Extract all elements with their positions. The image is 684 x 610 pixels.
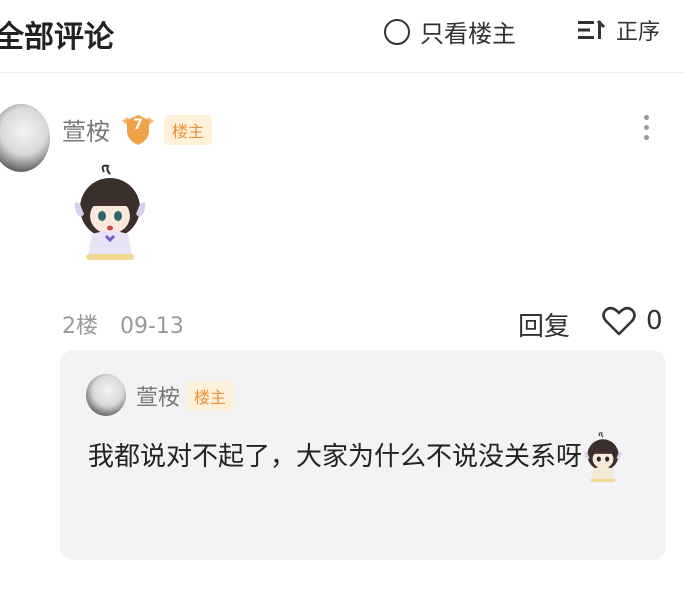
- only-op-toggle[interactable]: 只看楼主: [384, 14, 516, 49]
- only-op-label: 只看楼主: [420, 20, 516, 48]
- reply-op-tag: 楼主: [186, 381, 235, 411]
- reply-box[interactable]: 萱桉 楼主 我都说对不起了，大家为什么不说没关系呀: [60, 350, 666, 560]
- heart-icon[interactable]: [602, 306, 636, 336]
- reply-text-block: 我都说对不起了，大家为什么不说没关系呀: [88, 430, 648, 484]
- more-options-icon[interactable]: [636, 112, 656, 146]
- op-tag: 楼主: [164, 114, 213, 145]
- comment-author-row: 萱桉 7 楼主: [62, 112, 213, 147]
- comment-date: 09-13: [120, 314, 184, 339]
- reply-author-row: 萱桉 楼主: [136, 380, 235, 412]
- comment-meta: 2楼 09-13: [62, 308, 184, 340]
- author-name[interactable]: 萱桉: [62, 112, 110, 147]
- sort-icon: [576, 17, 606, 43]
- avatar[interactable]: [0, 104, 50, 172]
- comments-header: 全部评论 只看楼主 正序: [0, 0, 684, 73]
- level-number: 7: [133, 116, 143, 133]
- radio-circle-icon[interactable]: [384, 18, 410, 45]
- page-title: 全部评论: [0, 20, 114, 55]
- level-badge: 7: [118, 113, 158, 147]
- reply-button[interactable]: 回复: [518, 306, 570, 343]
- like-count: 0: [646, 306, 663, 336]
- reply-sticker-image: [582, 431, 624, 484]
- like-button[interactable]: 0: [602, 306, 663, 336]
- reply-avatar[interactable]: [86, 374, 126, 416]
- sticker-image[interactable]: [70, 164, 150, 264]
- sort-order-button[interactable]: 正序: [576, 14, 660, 46]
- sort-label: 正序: [616, 20, 661, 45]
- reply-author-name[interactable]: 萱桉: [136, 380, 180, 412]
- reply-text: 我都说对不起了，大家为什么不说没关系呀: [88, 442, 583, 472]
- floor-number: 2楼: [62, 314, 98, 339]
